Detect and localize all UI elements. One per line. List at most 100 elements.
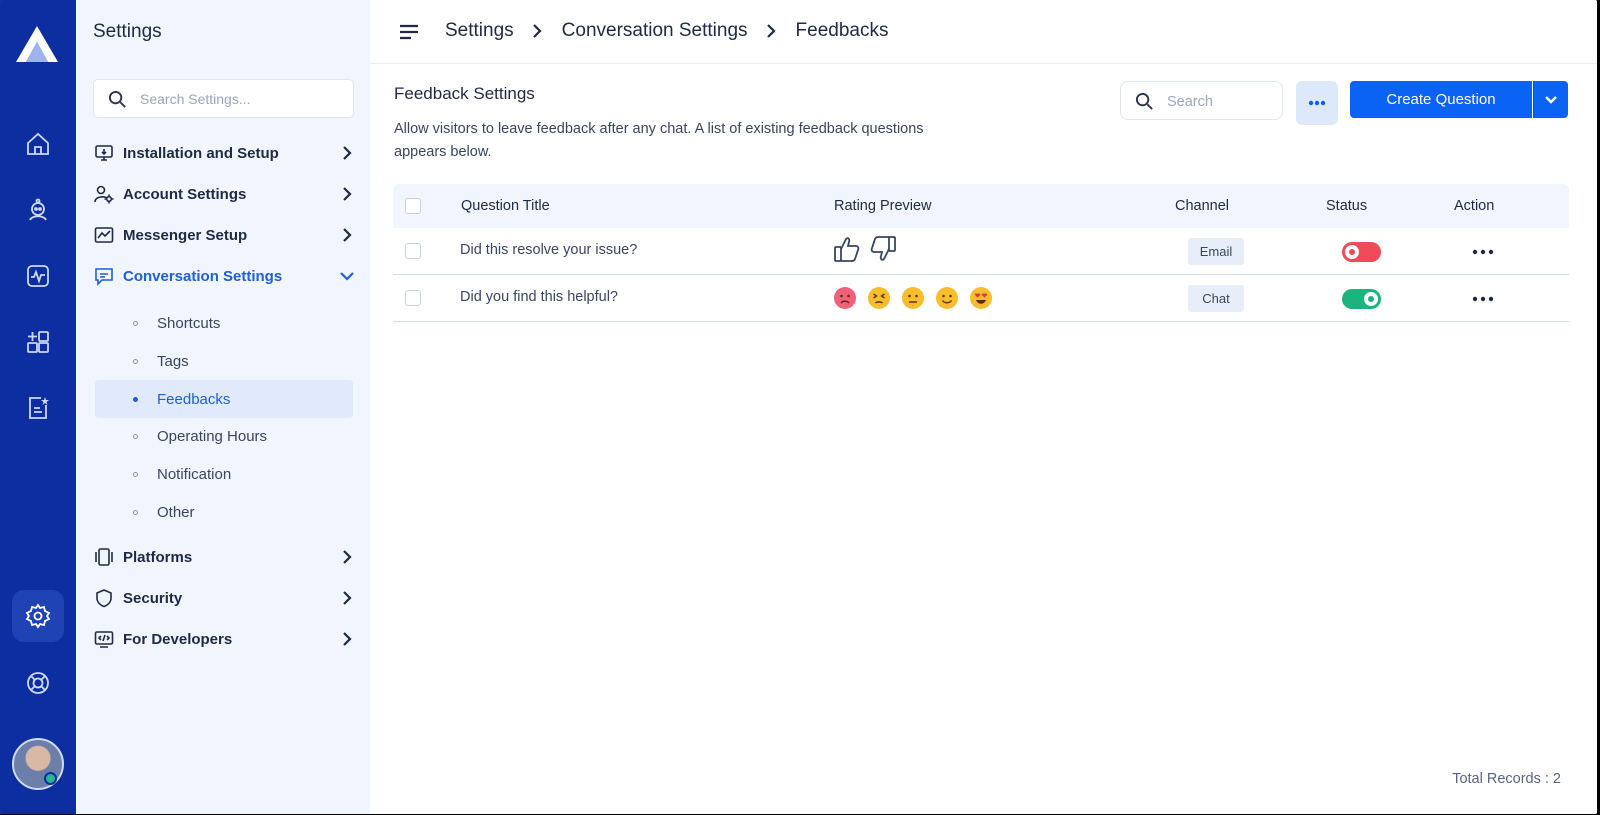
table-row[interactable]: Did you find this helpful? Chat — [393, 275, 1569, 322]
chevron-right-icon — [343, 632, 352, 646]
bullet — [133, 509, 138, 515]
subitem-label: Feedbacks — [157, 390, 231, 408]
neutral-face-icon — [902, 287, 924, 309]
top-bar: Settings Conversation Settings Feedbacks — [370, 0, 1597, 64]
chevron-right-icon — [343, 591, 352, 605]
thumbs-down-icon — [870, 236, 896, 261]
angry-face-icon — [834, 287, 856, 309]
main-content: Settings Conversation Settings Feedbacks… — [370, 0, 1597, 814]
sidebar-item-label: Installation and Setup — [123, 144, 279, 162]
heart-eyes-face-icon — [970, 287, 992, 309]
help-lifebuoy-icon[interactable] — [12, 657, 64, 709]
search-icon — [108, 90, 126, 108]
chevron-right-icon — [343, 187, 352, 201]
sidebar-item-label: Security — [123, 589, 183, 607]
sidebar-item-developers[interactable]: For Developers — [93, 624, 355, 654]
sidebar-subitem-other[interactable]: Other — [95, 493, 353, 531]
subitem-label: Tags — [157, 352, 189, 370]
thumbs-up-icon — [834, 237, 860, 262]
subitem-label: Notification — [157, 465, 232, 483]
row-actions-icon[interactable] — [1472, 249, 1494, 255]
bullet — [133, 320, 138, 326]
more-options-button[interactable] — [1296, 81, 1338, 125]
bot-icon[interactable] — [12, 184, 64, 236]
settings-search-input[interactable]: Search Settings... — [93, 79, 354, 118]
toggle-knob — [1364, 292, 1378, 306]
breadcrumb-settings[interactable]: Settings — [445, 20, 514, 42]
question-search-input[interactable]: Search — [1120, 81, 1283, 120]
chevron-down-icon — [1545, 95, 1557, 104]
column-channel[interactable]: Channel — [1175, 198, 1229, 214]
sidebar-item-label: Platforms — [123, 548, 193, 566]
table-row[interactable]: Did this resolve your issue? Email — [393, 228, 1569, 275]
apps-grid-icon[interactable] — [12, 316, 64, 368]
chevron-right-icon — [343, 228, 352, 242]
sidebar-subitem-notification[interactable]: Notification — [95, 455, 353, 493]
settings-gear-icon[interactable] — [12, 590, 64, 642]
settings-search-placeholder: Search Settings... — [140, 91, 251, 107]
channel-badge: Chat — [1188, 285, 1244, 312]
column-rating-preview[interactable]: Rating Preview — [834, 198, 932, 214]
row-actions-icon[interactable] — [1472, 296, 1494, 302]
sidebar-item-label: For Developers — [123, 630, 233, 648]
column-status[interactable]: Status — [1326, 198, 1367, 214]
breadcrumb-feedbacks: Feedbacks — [795, 20, 889, 41]
row-checkbox[interactable] — [405, 243, 421, 259]
ellipsis-icon — [1308, 100, 1326, 106]
sidebar-item-platforms[interactable]: Platforms — [93, 542, 355, 572]
sidebar-title: Settings — [93, 21, 162, 42]
user-avatar[interactable] — [12, 738, 64, 790]
sidebar-subitem-tags[interactable]: Tags — [95, 342, 353, 380]
chevron-right-icon — [343, 146, 352, 160]
question-title: Did you find this helpful? — [460, 289, 618, 305]
home-icon[interactable] — [12, 118, 64, 170]
breadcrumb: Settings Conversation Settings Feedbacks — [445, 20, 889, 42]
reports-icon[interactable] — [12, 382, 64, 434]
app-rail — [0, 0, 76, 814]
bullet — [133, 358, 138, 364]
shield-icon — [93, 587, 115, 609]
subitem-label: Operating Hours — [157, 427, 268, 445]
breadcrumb-conversation-settings[interactable]: Conversation Settings — [562, 20, 748, 42]
sidebar-subitem-feedbacks[interactable]: Feedbacks — [95, 380, 353, 418]
feedback-questions-table: Question Title Rating Preview Channel St… — [393, 184, 1569, 322]
settings-sidebar: Settings Search Settings... Installation… — [76, 0, 370, 814]
chat-bubble-icon — [93, 265, 115, 287]
app-window: Settings Search Settings... Installation… — [0, 0, 1597, 814]
sidebar-item-account[interactable]: Account Settings — [93, 179, 355, 209]
sidebar-item-installation[interactable]: Installation and Setup — [93, 138, 355, 168]
column-question-title[interactable]: Question Title — [461, 198, 550, 214]
bullet — [133, 471, 138, 477]
bullet — [133, 433, 138, 439]
status-toggle[interactable] — [1342, 242, 1381, 262]
create-question-dropdown[interactable] — [1533, 81, 1568, 118]
row-checkbox[interactable] — [405, 290, 421, 306]
channel-badge: Email — [1188, 238, 1244, 265]
sidebar-subitem-shortcuts[interactable]: Shortcuts — [95, 304, 353, 342]
select-all-checkbox[interactable] — [405, 198, 421, 214]
status-toggle[interactable] — [1342, 289, 1381, 309]
chevron-right-icon — [766, 24, 776, 38]
question-title: Did this resolve your issue? — [460, 242, 638, 258]
brand-logo-icon[interactable] — [14, 24, 60, 64]
search-icon — [1135, 92, 1153, 110]
menu-toggle-icon[interactable] — [398, 22, 420, 42]
section-title: Feedback Settings — [394, 84, 535, 103]
sidebar-item-label: Messenger Setup — [123, 226, 248, 244]
sidebar-item-messenger[interactable]: Messenger Setup — [93, 220, 355, 250]
table-header: Question Title Rating Preview Channel St… — [393, 184, 1569, 228]
sidebar-item-conversation[interactable]: Conversation Settings — [93, 261, 355, 291]
sidebar-item-label: Account Settings — [123, 185, 247, 203]
sidebar-subitem-operating-hours[interactable]: Operating Hours — [95, 417, 353, 455]
user-gear-icon — [93, 183, 115, 205]
frustrated-face-icon — [868, 287, 890, 309]
create-question-button[interactable]: Create Question — [1350, 81, 1532, 118]
online-status-dot — [44, 772, 57, 785]
column-action: Action — [1454, 198, 1495, 214]
bullet — [133, 396, 138, 402]
sidebar-item-security[interactable]: Security — [93, 583, 355, 613]
chevron-down-icon — [340, 272, 354, 281]
activity-icon[interactable] — [12, 250, 64, 302]
subitem-label: Shortcuts — [157, 314, 221, 332]
smiling-face-icon — [936, 287, 958, 309]
